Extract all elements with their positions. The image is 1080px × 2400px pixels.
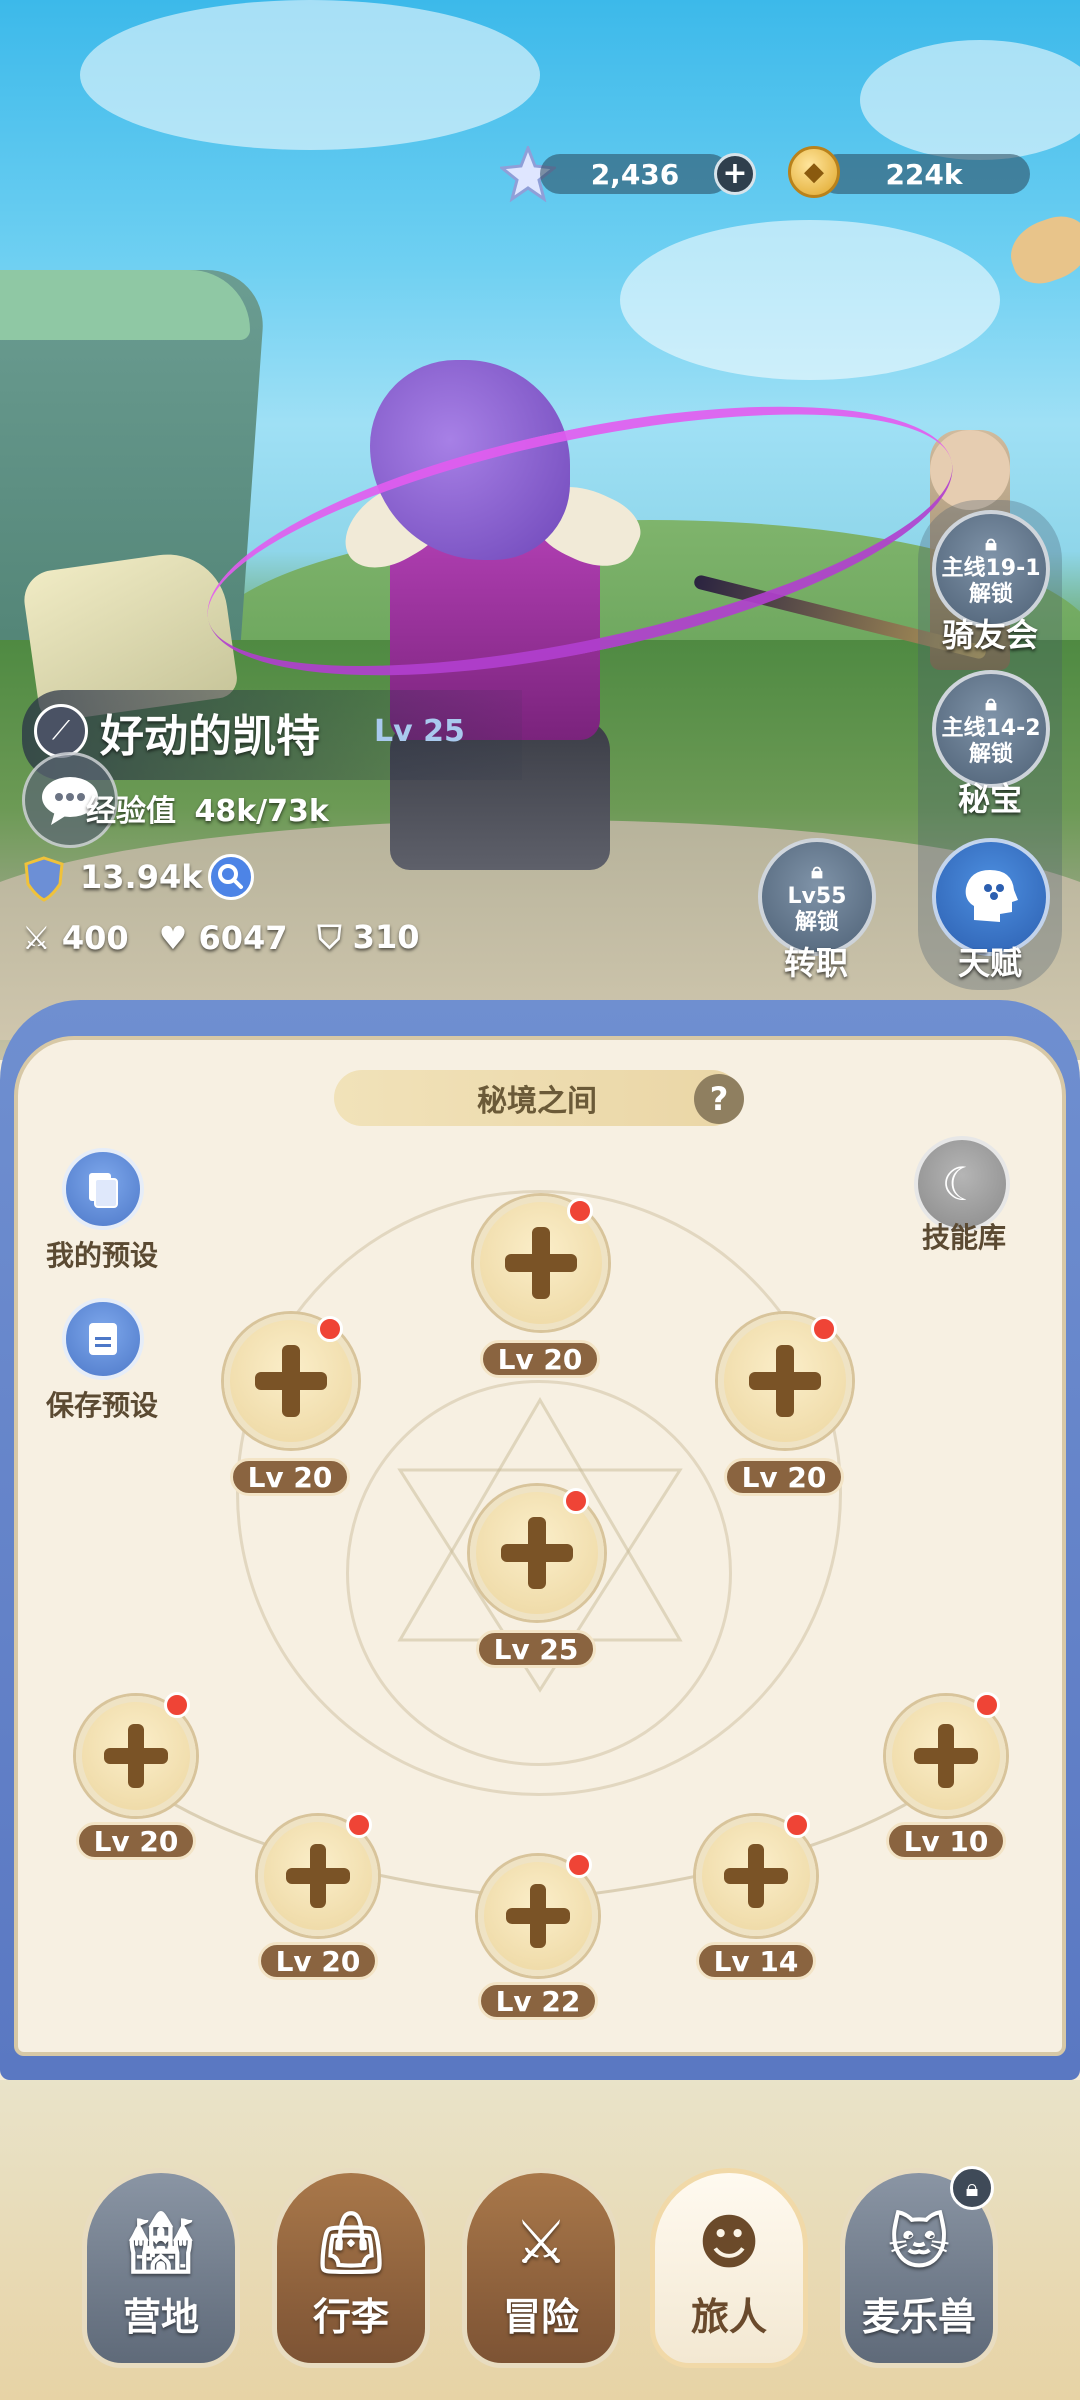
cliff-top [0,270,250,340]
notification-dot [784,1812,810,1838]
gem-counter: 2,436 [540,154,730,194]
castle-icon: 🏰︎ [122,2208,200,2278]
plus-icon [286,1844,350,1908]
hp-stat: ♥ 6047 [159,919,288,957]
exp-row: 经验值 48k/73k [86,786,329,830]
slot-level-tag: Lv 20 [258,1942,378,1980]
nav-tab-label: 旅人 [690,2295,767,2339]
treasure-button[interactable]: 🔒︎ 主线14-2 解锁 [932,670,1050,788]
attack-value: 400 [61,918,129,957]
defense-value: 310 [352,918,420,956]
cloud [80,0,540,150]
my-presets-button[interactable] [62,1148,144,1230]
slot-level-tag: Lv 25 [476,1630,596,1668]
traveler-icon: ☻ [697,2208,761,2278]
unlock-condition: Lv55 [787,884,847,910]
slot-level-tag: Lv 20 [230,1458,350,1496]
lock-icon: 🔒︎ [811,859,823,885]
exp-label: 经验值 [86,794,176,829]
unlock-text: 解锁 [968,581,1013,607]
search-icon [218,864,243,889]
nav-tab-label: 行李 [312,2295,389,2339]
nav-tab-camp[interactable]: 🏰︎ 营地 [82,2168,240,2368]
power-value: 13.94k [80,858,203,896]
slot-level-tag: Lv 14 [696,1942,816,1980]
cloud [860,40,1080,160]
gold-counter: 224k [818,154,1030,194]
notification-dot [811,1316,837,1342]
treasure-label: 秘宝 [957,780,1022,818]
bag-icon: 👜︎ [312,2208,390,2278]
save-icon [89,1323,117,1355]
nav-tab-bag[interactable]: 👜︎ 行李 [272,2168,430,2368]
my-presets-label: 我的预设 [45,1239,158,1272]
slot-level-tag: Lv 20 [724,1458,844,1496]
talent-label: 天赋 [957,944,1022,982]
cat-icon: 🐱︎ [887,2208,951,2278]
flying-pet [1002,208,1080,292]
slot-level-tag: Lv 22 [478,1982,598,2020]
lock-icon: 🔒︎ [985,691,997,717]
notification-dot [164,1692,190,1718]
power-shield-icon [22,856,66,902]
plus-icon [914,1724,978,1788]
panel-title: 秘境之间 [334,1070,740,1126]
moon-star-icon: ☾ [941,1157,983,1211]
gold-amount: 224k [885,157,963,191]
notification-dot [346,1812,372,1838]
plus-icon [724,1844,788,1908]
slot-level-tag: Lv 10 [886,1822,1006,1860]
riders-club-label: 骑友会 [941,616,1038,654]
notification-dot [563,1488,589,1514]
swords-icon: ⚔ [22,918,51,957]
slot-level-tag: Lv 20 [480,1340,600,1378]
cards-icon [89,1173,118,1208]
plus-icon [749,1345,821,1417]
notification-dot [317,1316,343,1342]
defense-stat: ⛉ 310 [318,918,420,957]
slot-level-tag: Lv 20 [76,1822,196,1860]
nav-tab-label: 营地 [122,2295,199,2339]
plus-icon [501,1517,573,1589]
plus-icon [505,1227,577,1299]
hp-value: 6047 [198,918,288,957]
player-level: Lv 25 [374,714,465,749]
gem-amount: 2,436 [590,157,680,191]
power-detail-button[interactable] [208,854,254,900]
combat-stats-row: ⚔ 400 ♥ 6047 ⛉ 310 [22,918,419,957]
plus-icon [506,1884,570,1948]
exp-value: 48k/73k [194,794,329,829]
attack-stat: ⚔ 400 [22,919,129,957]
notification-dot [974,1692,1000,1718]
nav-tab-label: 麦乐兽 [861,2295,976,2339]
save-preset-button[interactable] [62,1298,144,1380]
unlock-text: 解锁 [794,909,839,935]
plus-icon [255,1345,327,1417]
nav-tab-label: 冒险 [502,2295,579,2339]
lock-icon: 🔒︎ [950,2166,994,2210]
heart-icon: ♥ [158,918,188,957]
class-emblem-icon[interactable]: ⟋ [34,704,88,758]
head-brain-icon [965,870,1018,922]
nav-tab-adventure[interactable]: ⚔ 冒险 [462,2168,620,2368]
shield-icon: ⛉ [317,918,342,956]
unlock-condition: 主线14-2 [941,716,1041,742]
help-button[interactable]: ? [694,1074,744,1124]
skill-library-label: 技能库 [921,1221,1006,1254]
save-preset-label: 保存预设 [45,1389,158,1422]
lock-icon: 🔒︎ [985,531,997,557]
unlock-condition: 主线19-1 [941,556,1041,582]
notification-dot [566,1852,592,1878]
crossed-swords-icon: ⚔ [514,2208,568,2278]
plus-icon [104,1724,168,1788]
unlock-text: 解锁 [968,741,1013,767]
add-gems-button[interactable]: + [714,153,756,195]
cloud [620,220,1000,380]
player-name: 好动的凯特 [100,711,320,762]
nav-tab-traveler[interactable]: ☻ 旅人 [650,2168,808,2368]
notification-dot [567,1198,593,1224]
job-change-label: 转职 [783,944,848,982]
gold-coin-icon: ◆ [788,146,840,198]
